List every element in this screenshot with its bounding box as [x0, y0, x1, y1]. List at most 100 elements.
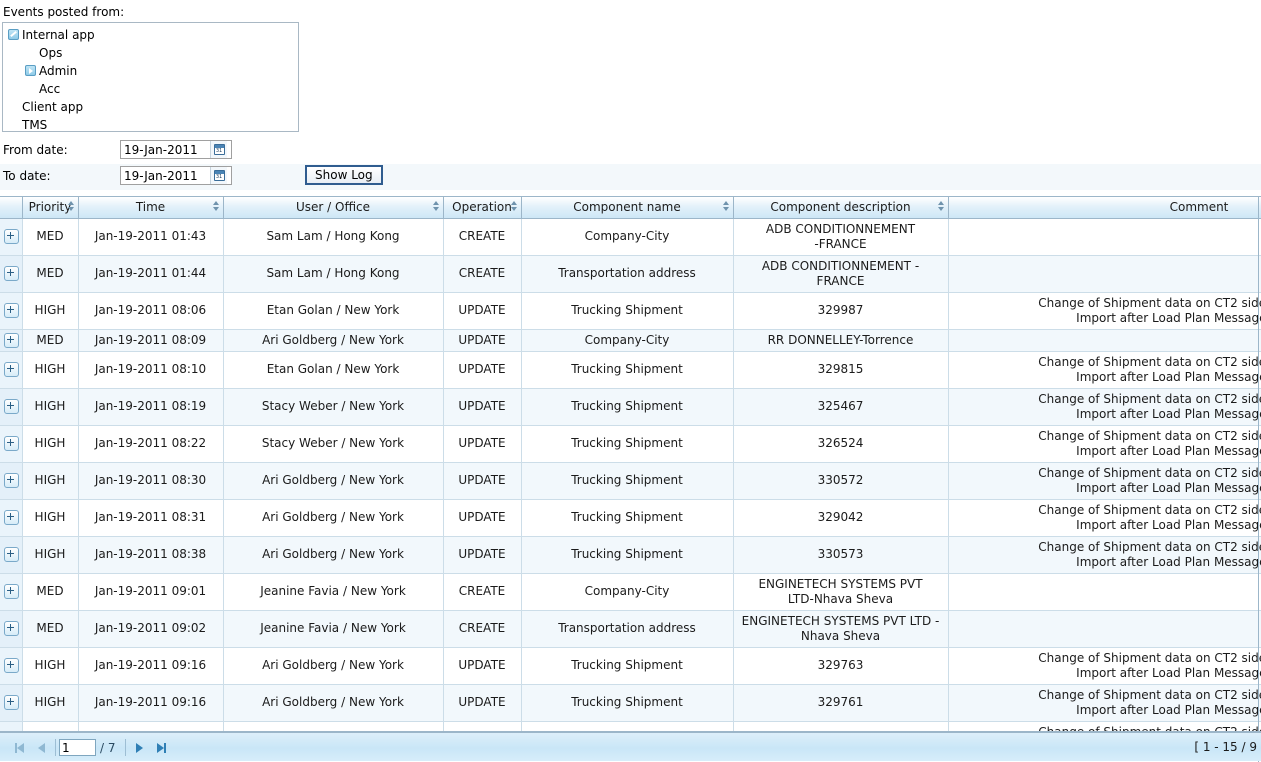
expand-row-icon[interactable] — [4, 473, 19, 488]
tree-item-internal-app[interactable]: Internal app — [3, 26, 298, 44]
events-source-tree[interactable]: Internal app Ops Admin Acc Client app TMS — [2, 22, 299, 132]
from-date-label: From date: — [3, 143, 68, 157]
row-expand-cell[interactable] — [0, 462, 23, 500]
first-page-button[interactable] — [8, 738, 30, 757]
table-row[interactable]: HIGH Jan-19-2011 08:31 Ari Goldberg / New … — [0, 499, 1261, 537]
table-row[interactable]: HIGH Jan-19-2011 09:16 Ari Goldberg / New … — [0, 647, 1261, 685]
row-expand-cell[interactable] — [0, 499, 23, 537]
row-expand-cell[interactable] — [0, 218, 23, 256]
column-header-user-office[interactable]: User / Office — [223, 197, 444, 219]
row-expand-cell[interactable] — [0, 388, 23, 426]
table-row[interactable]: HIGHJan-19-2011 09:26Ari Goldberg / New … — [0, 721, 1261, 731]
previous-page-button[interactable] — [30, 738, 52, 757]
row-expand-cell[interactable] — [0, 684, 23, 722]
table-row[interactable]: MED Jan-19-2011 01:44 Sam Lam / Hong Kong C… — [0, 255, 1261, 293]
next-page-button[interactable] — [129, 738, 151, 757]
cell-time: Jan-19-2011 09:16 — [78, 684, 224, 722]
column-header-time[interactable]: Time — [78, 197, 224, 219]
row-expand-cell[interactable] — [0, 425, 23, 463]
to-date-calendar-button[interactable] — [210, 167, 227, 184]
show-log-button[interactable]: Show Log — [305, 165, 383, 185]
expand-row-icon[interactable] — [4, 510, 19, 525]
column-header-component-description[interactable]: Component description — [733, 197, 949, 219]
tree-item-client-app[interactable]: Client app — [3, 98, 298, 116]
row-expand-cell[interactable] — [0, 721, 23, 731]
expand-row-icon[interactable] — [4, 584, 19, 599]
tree-expand-icon[interactable] — [25, 65, 36, 76]
table-row[interactable]: MED Jan-19-2011 09:01 Jeanine Favia / New … — [0, 573, 1261, 611]
column-header-component-name[interactable]: Component name — [521, 197, 734, 219]
cell-operation: CREATE — [443, 218, 522, 256]
to-date-field[interactable] — [120, 166, 232, 185]
expand-row-icon[interactable] — [4, 362, 19, 377]
tree-collapse-icon[interactable] — [8, 29, 19, 40]
row-expand-cell[interactable] — [0, 573, 23, 611]
pager-divider-right — [124, 739, 126, 756]
from-date-calendar-button[interactable] — [210, 141, 227, 158]
table-row[interactable]: HIGH Jan-19-2011 08:06 Etan Golan / New Yo… — [0, 292, 1261, 330]
sort-arrows-icon[interactable] — [511, 201, 518, 214]
cell-user-office: Sam Lam / Hong Kong — [223, 255, 444, 293]
column-header-operation[interactable]: Operation — [443, 197, 522, 219]
table-row[interactable]: HIGH Jan-19-2011 08:22 Stacy Weber / New Y… — [0, 425, 1261, 463]
tree-item-acc[interactable]: Acc — [3, 80, 298, 98]
from-date-field[interactable] — [120, 140, 232, 159]
row-expand-cell[interactable] — [0, 610, 23, 648]
table-row[interactable]: MED Jan-19-2011 09:02 Jeanine Favia / New … — [0, 610, 1261, 648]
cell-component-description: ADB CONDITIONNEMENT - FRANCE — [733, 255, 949, 293]
table-row[interactable]: MED Jan-19-2011 01:43 Sam Lam / Hong Kong C… — [0, 218, 1261, 256]
cell-user-office: Stacy Weber / New York — [223, 425, 444, 463]
tree-item-ops[interactable]: Ops — [3, 44, 298, 62]
sort-arrows-icon[interactable] — [723, 201, 730, 214]
cell-component-name: Trucking Shipment — [521, 351, 734, 389]
tree-item-admin[interactable]: Admin — [3, 62, 298, 80]
to-date-label: To date: — [3, 169, 51, 183]
expand-row-icon[interactable] — [4, 547, 19, 562]
cell-time: Jan-19-2011 08:38 — [78, 536, 224, 574]
table-row[interactable]: MED Jan-19-2011 08:09 Ari Goldberg / New Y… — [0, 329, 1261, 352]
table-row[interactable]: HIGH Jan-19-2011 09:16 Ari Goldberg / New … — [0, 684, 1261, 722]
sort-arrows-icon[interactable] — [213, 201, 220, 214]
row-expand-cell[interactable] — [0, 536, 23, 574]
tree-item-label: Acc — [39, 82, 61, 96]
row-expand-cell[interactable] — [0, 329, 23, 352]
table-row[interactable]: HIGH Jan-19-2011 08:38 Ari Goldberg / New … — [0, 536, 1261, 574]
sort-arrows-icon[interactable] — [938, 201, 945, 214]
expand-row-icon[interactable] — [4, 658, 19, 673]
table-row[interactable]: HIGH Jan-19-2011 08:30 Ari Goldberg / New … — [0, 462, 1261, 500]
expand-row-icon[interactable] — [4, 229, 19, 244]
tree-item-tms[interactable]: TMS — [3, 116, 298, 134]
cell-component-description: 329763 — [733, 647, 949, 685]
cell-component-description: ENGINETECH SYSTEMS PVT LTD - Nhava Sheva — [733, 610, 949, 648]
table-row[interactable]: HIGH Jan-19-2011 08:19 Stacy Weber / New Y… — [0, 388, 1261, 426]
cell-user-office: Ari Goldberg / New York — [223, 684, 444, 722]
expand-row-icon[interactable] — [4, 399, 19, 414]
column-header-priority[interactable]: Priority — [22, 197, 79, 219]
cell-comment: Change of Shipment data on CT2 side afte… — [948, 425, 1261, 463]
expand-row-icon[interactable] — [4, 303, 19, 318]
expand-row-icon[interactable] — [4, 695, 19, 710]
filter-title: Events posted from: — [3, 5, 125, 19]
cell-operation: UPDATE — [443, 536, 522, 574]
sort-arrows-icon[interactable] — [433, 201, 440, 214]
from-date-input[interactable] — [121, 141, 210, 158]
row-expand-cell[interactable] — [0, 255, 23, 293]
last-page-button[interactable] — [151, 738, 173, 757]
expand-row-icon[interactable] — [4, 332, 19, 348]
row-expand-cell[interactable] — [0, 351, 23, 389]
cell-component-description: 330572 — [733, 462, 949, 500]
cell-component-name: Company-City — [521, 329, 734, 352]
sort-arrows-icon[interactable] — [68, 201, 75, 214]
expand-row-icon[interactable] — [4, 621, 19, 636]
cell-component-description: RR DONNELLEY-Torrence — [733, 329, 949, 352]
row-expand-cell[interactable] — [0, 647, 23, 685]
expand-row-icon[interactable] — [4, 436, 19, 451]
to-date-input[interactable] — [121, 167, 210, 184]
cell-time: Jan-19-2011 01:44 — [78, 255, 224, 293]
page-number-input[interactable] — [59, 739, 96, 756]
table-row[interactable]: HIGH Jan-19-2011 08:10 Etan Golan / New Yo… — [0, 351, 1261, 389]
expand-row-icon[interactable] — [4, 266, 19, 281]
column-header-label: Component name — [573, 200, 681, 215]
row-expand-cell[interactable] — [0, 292, 23, 330]
cell-user-office: Ari Goldberg / New York — [223, 499, 444, 537]
